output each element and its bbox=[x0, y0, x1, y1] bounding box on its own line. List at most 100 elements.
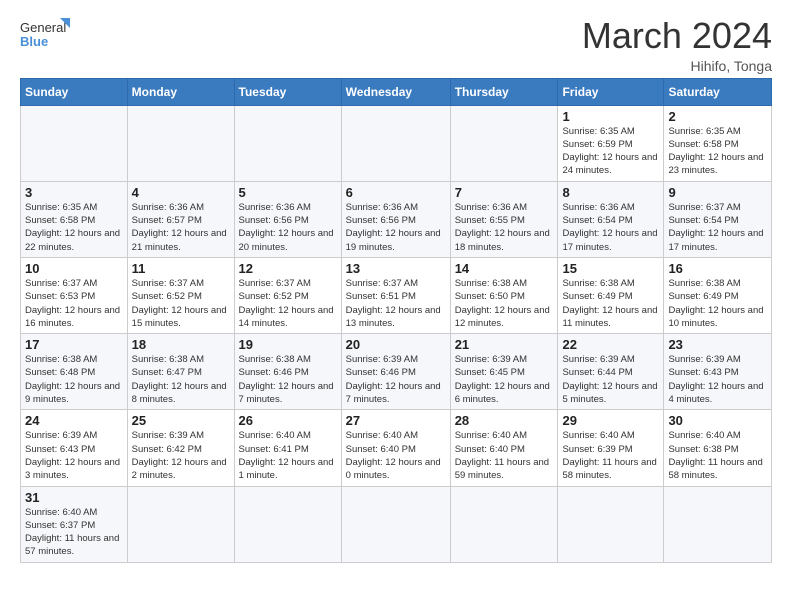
calendar-week-row: 3Sunrise: 6:35 AM Sunset: 6:58 PM Daylig… bbox=[21, 181, 772, 257]
col-saturday: Saturday bbox=[664, 78, 772, 105]
calendar-cell: 31Sunrise: 6:40 AM Sunset: 6:37 PM Dayli… bbox=[21, 486, 128, 562]
calendar-cell bbox=[450, 105, 558, 181]
day-number: 1 bbox=[562, 109, 659, 124]
day-number: 28 bbox=[455, 413, 554, 428]
day-info: Sunrise: 6:39 AM Sunset: 6:42 PM Dayligh… bbox=[132, 429, 230, 482]
day-number: 21 bbox=[455, 337, 554, 352]
day-number: 24 bbox=[25, 413, 123, 428]
day-info: Sunrise: 6:40 AM Sunset: 6:37 PM Dayligh… bbox=[25, 506, 123, 559]
day-number: 4 bbox=[132, 185, 230, 200]
calendar-cell: 11Sunrise: 6:37 AM Sunset: 6:52 PM Dayli… bbox=[127, 257, 234, 333]
day-info: Sunrise: 6:37 AM Sunset: 6:53 PM Dayligh… bbox=[25, 277, 123, 330]
day-info: Sunrise: 6:35 AM Sunset: 6:58 PM Dayligh… bbox=[25, 201, 123, 254]
calendar-cell: 9Sunrise: 6:37 AM Sunset: 6:54 PM Daylig… bbox=[664, 181, 772, 257]
day-info: Sunrise: 6:40 AM Sunset: 6:39 PM Dayligh… bbox=[562, 429, 659, 482]
day-info: Sunrise: 6:35 AM Sunset: 6:59 PM Dayligh… bbox=[562, 125, 659, 178]
day-number: 23 bbox=[668, 337, 767, 352]
calendar-cell bbox=[127, 486, 234, 562]
day-info: Sunrise: 6:37 AM Sunset: 6:54 PM Dayligh… bbox=[668, 201, 767, 254]
day-number: 20 bbox=[346, 337, 446, 352]
location: Hihifo, Tonga bbox=[582, 58, 772, 74]
day-number: 3 bbox=[25, 185, 123, 200]
calendar-cell: 26Sunrise: 6:40 AM Sunset: 6:41 PM Dayli… bbox=[234, 410, 341, 486]
day-number: 9 bbox=[668, 185, 767, 200]
day-info: Sunrise: 6:36 AM Sunset: 6:56 PM Dayligh… bbox=[239, 201, 337, 254]
calendar-cell: 7Sunrise: 6:36 AM Sunset: 6:55 PM Daylig… bbox=[450, 181, 558, 257]
day-number: 25 bbox=[132, 413, 230, 428]
day-number: 11 bbox=[132, 261, 230, 276]
calendar-cell: 17Sunrise: 6:38 AM Sunset: 6:48 PM Dayli… bbox=[21, 334, 128, 410]
calendar-cell: 16Sunrise: 6:38 AM Sunset: 6:49 PM Dayli… bbox=[664, 257, 772, 333]
col-thursday: Thursday bbox=[450, 78, 558, 105]
day-info: Sunrise: 6:36 AM Sunset: 6:56 PM Dayligh… bbox=[346, 201, 446, 254]
day-info: Sunrise: 6:40 AM Sunset: 6:40 PM Dayligh… bbox=[455, 429, 554, 482]
day-number: 6 bbox=[346, 185, 446, 200]
calendar-cell bbox=[664, 486, 772, 562]
calendar-cell: 5Sunrise: 6:36 AM Sunset: 6:56 PM Daylig… bbox=[234, 181, 341, 257]
calendar-cell: 27Sunrise: 6:40 AM Sunset: 6:40 PM Dayli… bbox=[341, 410, 450, 486]
calendar-cell: 30Sunrise: 6:40 AM Sunset: 6:38 PM Dayli… bbox=[664, 410, 772, 486]
calendar-table: Sunday Monday Tuesday Wednesday Thursday… bbox=[20, 78, 772, 563]
svg-text:General: General bbox=[20, 20, 66, 35]
day-info: Sunrise: 6:37 AM Sunset: 6:52 PM Dayligh… bbox=[239, 277, 337, 330]
calendar-cell: 21Sunrise: 6:39 AM Sunset: 6:45 PM Dayli… bbox=[450, 334, 558, 410]
day-info: Sunrise: 6:40 AM Sunset: 6:40 PM Dayligh… bbox=[346, 429, 446, 482]
title-area: March 2024 Hihifo, Tonga bbox=[582, 16, 772, 74]
calendar-cell: 29Sunrise: 6:40 AM Sunset: 6:39 PM Dayli… bbox=[558, 410, 664, 486]
weekday-header-row: Sunday Monday Tuesday Wednesday Thursday… bbox=[21, 78, 772, 105]
day-info: Sunrise: 6:39 AM Sunset: 6:45 PM Dayligh… bbox=[455, 353, 554, 406]
calendar-cell bbox=[341, 486, 450, 562]
col-friday: Friday bbox=[558, 78, 664, 105]
day-number: 5 bbox=[239, 185, 337, 200]
calendar-cell: 15Sunrise: 6:38 AM Sunset: 6:49 PM Dayli… bbox=[558, 257, 664, 333]
day-info: Sunrise: 6:36 AM Sunset: 6:54 PM Dayligh… bbox=[562, 201, 659, 254]
calendar-page: General Blue March 2024 Hihifo, Tonga Su… bbox=[0, 0, 792, 612]
day-info: Sunrise: 6:39 AM Sunset: 6:46 PM Dayligh… bbox=[346, 353, 446, 406]
day-number: 7 bbox=[455, 185, 554, 200]
col-monday: Monday bbox=[127, 78, 234, 105]
day-info: Sunrise: 6:36 AM Sunset: 6:55 PM Dayligh… bbox=[455, 201, 554, 254]
day-number: 10 bbox=[25, 261, 123, 276]
page-header: General Blue March 2024 Hihifo, Tonga bbox=[20, 16, 772, 74]
day-info: Sunrise: 6:37 AM Sunset: 6:51 PM Dayligh… bbox=[346, 277, 446, 330]
calendar-cell: 1Sunrise: 6:35 AM Sunset: 6:59 PM Daylig… bbox=[558, 105, 664, 181]
calendar-cell: 28Sunrise: 6:40 AM Sunset: 6:40 PM Dayli… bbox=[450, 410, 558, 486]
day-info: Sunrise: 6:38 AM Sunset: 6:48 PM Dayligh… bbox=[25, 353, 123, 406]
day-info: Sunrise: 6:35 AM Sunset: 6:58 PM Dayligh… bbox=[668, 125, 767, 178]
calendar-cell: 2Sunrise: 6:35 AM Sunset: 6:58 PM Daylig… bbox=[664, 105, 772, 181]
calendar-cell: 10Sunrise: 6:37 AM Sunset: 6:53 PM Dayli… bbox=[21, 257, 128, 333]
col-wednesday: Wednesday bbox=[341, 78, 450, 105]
calendar-cell: 24Sunrise: 6:39 AM Sunset: 6:43 PM Dayli… bbox=[21, 410, 128, 486]
logo-svg: General Blue bbox=[20, 16, 70, 52]
day-number: 12 bbox=[239, 261, 337, 276]
calendar-cell bbox=[341, 105, 450, 181]
day-number: 30 bbox=[668, 413, 767, 428]
day-number: 22 bbox=[562, 337, 659, 352]
day-info: Sunrise: 6:39 AM Sunset: 6:44 PM Dayligh… bbox=[562, 353, 659, 406]
calendar-cell: 4Sunrise: 6:36 AM Sunset: 6:57 PM Daylig… bbox=[127, 181, 234, 257]
calendar-week-row: 24Sunrise: 6:39 AM Sunset: 6:43 PM Dayli… bbox=[21, 410, 772, 486]
calendar-cell: 22Sunrise: 6:39 AM Sunset: 6:44 PM Dayli… bbox=[558, 334, 664, 410]
day-number: 13 bbox=[346, 261, 446, 276]
day-info: Sunrise: 6:40 AM Sunset: 6:38 PM Dayligh… bbox=[668, 429, 767, 482]
day-info: Sunrise: 6:38 AM Sunset: 6:50 PM Dayligh… bbox=[455, 277, 554, 330]
day-number: 31 bbox=[25, 490, 123, 505]
calendar-week-row: 10Sunrise: 6:37 AM Sunset: 6:53 PM Dayli… bbox=[21, 257, 772, 333]
calendar-cell: 3Sunrise: 6:35 AM Sunset: 6:58 PM Daylig… bbox=[21, 181, 128, 257]
day-info: Sunrise: 6:39 AM Sunset: 6:43 PM Dayligh… bbox=[668, 353, 767, 406]
svg-text:Blue: Blue bbox=[20, 34, 48, 49]
col-tuesday: Tuesday bbox=[234, 78, 341, 105]
calendar-cell: 14Sunrise: 6:38 AM Sunset: 6:50 PM Dayli… bbox=[450, 257, 558, 333]
calendar-cell bbox=[127, 105, 234, 181]
day-number: 14 bbox=[455, 261, 554, 276]
calendar-cell: 12Sunrise: 6:37 AM Sunset: 6:52 PM Dayli… bbox=[234, 257, 341, 333]
calendar-cell bbox=[558, 486, 664, 562]
calendar-cell: 20Sunrise: 6:39 AM Sunset: 6:46 PM Dayli… bbox=[341, 334, 450, 410]
day-info: Sunrise: 6:39 AM Sunset: 6:43 PM Dayligh… bbox=[25, 429, 123, 482]
calendar-week-row: 1Sunrise: 6:35 AM Sunset: 6:59 PM Daylig… bbox=[21, 105, 772, 181]
day-number: 26 bbox=[239, 413, 337, 428]
day-number: 18 bbox=[132, 337, 230, 352]
day-number: 19 bbox=[239, 337, 337, 352]
day-info: Sunrise: 6:38 AM Sunset: 6:49 PM Dayligh… bbox=[668, 277, 767, 330]
calendar-cell bbox=[450, 486, 558, 562]
